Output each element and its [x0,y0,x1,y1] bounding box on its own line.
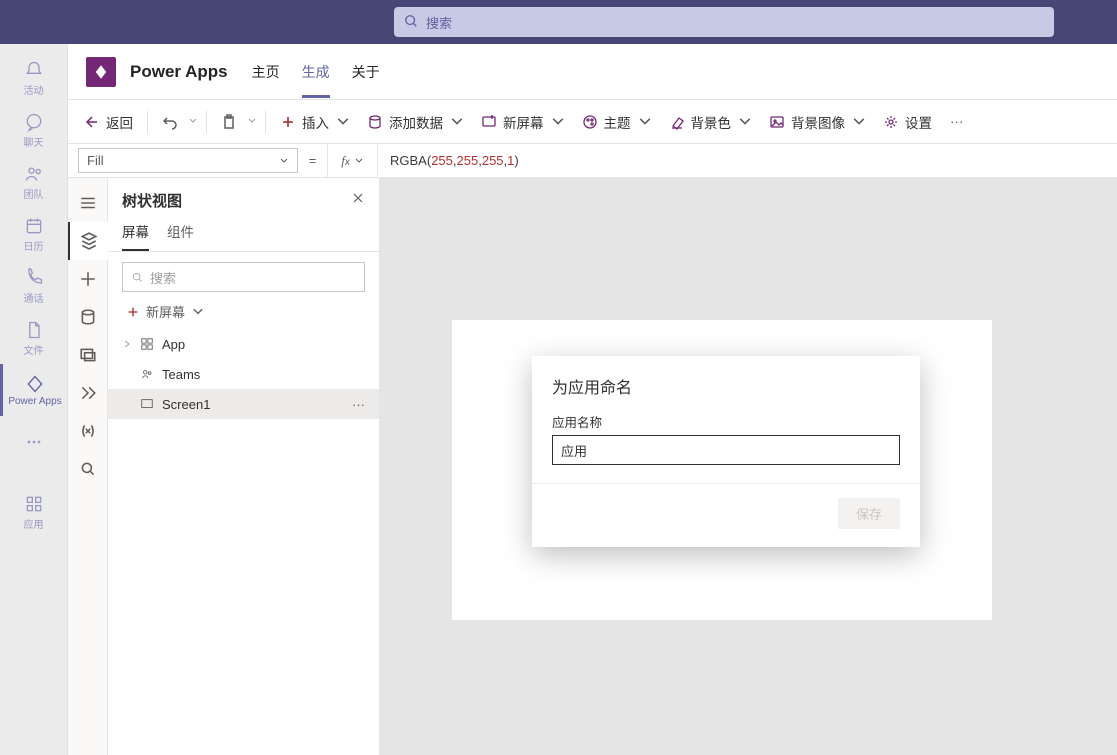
chevron-right-icon [122,337,132,352]
tree-node-screen1[interactable]: Screen1 ··· [108,389,379,419]
rail-files-label: 文件 [24,342,44,357]
save-button[interactable]: 保存 [838,498,900,529]
teams-icon [140,367,154,381]
powerapps-logo-icon [86,57,116,87]
plus-icon [126,305,140,319]
rail-more[interactable] [0,416,68,468]
tab-home[interactable]: 主页 [252,46,280,98]
chevron-down-icon [354,156,364,166]
bgcolor-button[interactable]: 背景色 [663,108,760,136]
canvas[interactable]: 为应用命名 应用名称 保存 [380,178,1117,755]
advanced-icon[interactable] [68,374,108,412]
chevron-down-icon [191,305,205,319]
node-more-icon[interactable]: ··· [352,397,365,412]
nav-arrows [12,13,24,31]
paste-button[interactable] [215,110,243,134]
app-title: Power Apps [130,62,228,82]
search-icon [404,14,418,31]
name-app-dialog: 为应用命名 应用名称 保存 [532,356,920,547]
tab-build[interactable]: 生成 [302,46,330,98]
app-name-input[interactable] [552,435,900,465]
app-icon [140,337,154,351]
chevron-down-icon [279,156,289,166]
tree-view-icon[interactable] [68,222,108,260]
tree-tab-components[interactable]: 组件 [167,221,194,251]
new-screen-button[interactable]: 新屏幕 [475,108,572,136]
app-rail: 活动 聊天 团队 日历 通话 文件 Power Apps [0,44,68,755]
tree-title: 树状视图 [122,190,182,211]
undo-button[interactable] [156,110,184,134]
fx-button[interactable]: fx [328,144,378,177]
variables-icon[interactable] [68,412,108,450]
close-tree-icon[interactable] [351,191,365,210]
settings-button[interactable]: 设置 [877,108,938,136]
field-label: 应用名称 [552,412,900,431]
toolbar-overflow[interactable]: ··· [942,110,972,133]
insert-button[interactable]: 插入 [274,108,357,136]
rail-apps-label: 应用 [24,516,44,531]
back-button[interactable]: 返回 [78,108,139,136]
formula-input[interactable]: RGBA(255, 255, 255, 1) [378,144,1117,177]
studio-rail [68,178,108,755]
paste-chevron[interactable] [247,114,257,129]
rail-chat[interactable]: 聊天 [0,104,68,156]
rail-activity-label: 活动 [24,82,44,97]
hamburger-icon[interactable] [68,184,108,222]
equals-label: = [298,144,328,177]
add-icon[interactable] [68,260,108,298]
app-tabs: 主页 生成 关于 [252,46,380,98]
new-screen-button[interactable]: 新屏幕 [108,296,379,327]
rail-calendar[interactable]: 日历 [0,208,68,260]
title-bar: 搜索 [0,0,1117,44]
rail-files[interactable]: 文件 [0,312,68,364]
rail-calls[interactable]: 通话 [0,260,68,312]
tree-search[interactable]: 搜索 [122,262,365,292]
undo-chevron[interactable] [188,114,198,129]
bgimage-button[interactable]: 背景图像 [763,108,873,136]
dialog-title: 为应用命名 [552,374,900,398]
tree-view-panel: 树状视图 屏幕 组件 搜索 新屏幕 [108,178,380,755]
search-placeholder: 搜索 [426,13,452,32]
tree-node-teams[interactable]: Teams [108,359,379,389]
command-bar: 返回 插入 添加数据 新屏幕 [68,100,1117,144]
tree-tab-screens[interactable]: 屏幕 [122,221,149,251]
app-header: Power Apps 主页 生成 关于 [68,44,1117,100]
global-search[interactable]: 搜索 [394,7,1054,37]
rail-apps[interactable]: 应用 [0,486,68,538]
rail-team[interactable]: 团队 [0,156,68,208]
rail-powerapps[interactable]: Power Apps [0,364,68,416]
tree-node-app[interactable]: App [108,329,379,359]
rail-calls-label: 通话 [24,290,44,305]
theme-button[interactable]: 主题 [576,108,659,136]
rail-powerapps-label: Power Apps [8,396,61,407]
media-icon[interactable] [68,336,108,374]
rail-team-label: 团队 [24,186,44,201]
screen-icon [140,397,154,411]
rail-calendar-label: 日历 [24,238,44,253]
data-icon[interactable] [68,298,108,336]
property-selector[interactable]: Fill [78,148,298,173]
rail-activity[interactable]: 活动 [0,52,68,104]
rail-chat-label: 聊天 [24,134,44,149]
search-tool-icon[interactable] [68,450,108,488]
search-icon [131,271,144,284]
add-data-button[interactable]: 添加数据 [361,108,471,136]
tab-about[interactable]: 关于 [352,46,380,98]
formula-bar: Fill = fx RGBA(255, 255, 255, 1) [68,144,1117,178]
